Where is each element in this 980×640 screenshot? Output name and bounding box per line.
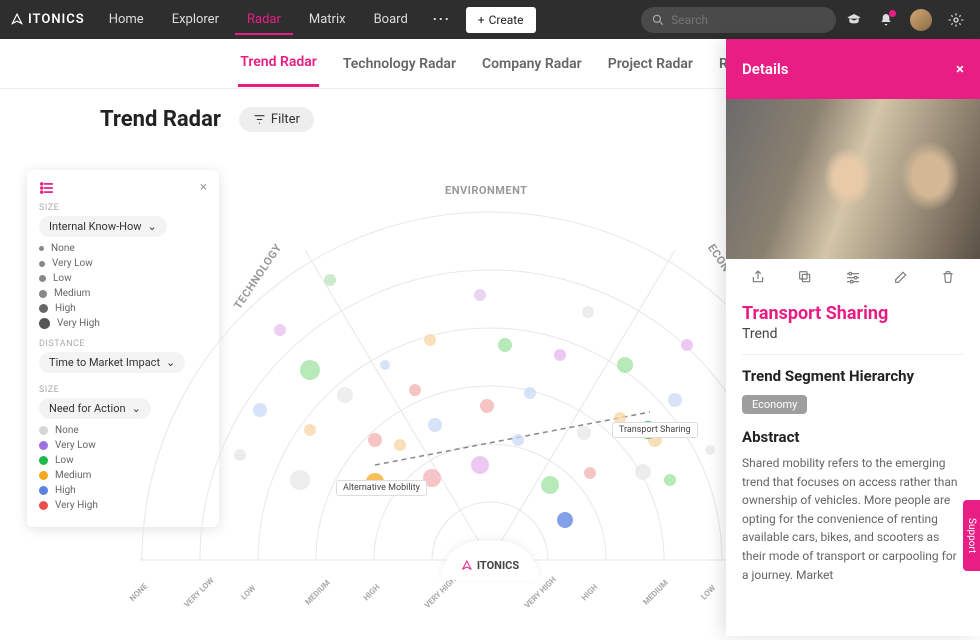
support-tab[interactable]: Support <box>963 500 980 571</box>
trash-icon[interactable] <box>940 269 956 289</box>
radar-dot[interactable] <box>584 467 596 479</box>
radar-dot[interactable] <box>617 357 633 373</box>
radar-dot[interactable] <box>274 324 286 336</box>
abstract-text: Shared mobility refers to the emerging t… <box>742 454 964 584</box>
details-subtitle: Trend <box>742 326 964 342</box>
tab-company-radar[interactable]: Company Radar <box>480 42 584 86</box>
radar-dot[interactable] <box>664 474 676 486</box>
radar-dot[interactable] <box>471 456 489 474</box>
radar-dot[interactable] <box>582 306 594 318</box>
filter-icon <box>253 113 266 126</box>
share-icon[interactable] <box>750 269 766 289</box>
radar-dot[interactable] <box>557 512 573 528</box>
radar-dot[interactable] <box>681 339 693 351</box>
nav-radar[interactable]: Radar <box>235 4 293 35</box>
nav-matrix[interactable]: Matrix <box>297 4 358 35</box>
avatar[interactable] <box>910 9 932 31</box>
radar-dot[interactable] <box>705 445 715 455</box>
sector-environment: ENVIRONMENT <box>445 184 527 197</box>
search-icon <box>651 12 665 28</box>
academy-icon[interactable] <box>846 12 862 28</box>
tab-technology-radar[interactable]: Technology Radar <box>341 42 458 86</box>
search-input[interactable] <box>671 13 826 27</box>
dot-label-transport-sharing[interactable]: Transport Sharing <box>612 422 698 438</box>
tab-trend-radar[interactable]: Trend Radar <box>238 40 319 87</box>
radar-dot[interactable] <box>409 384 421 396</box>
radar-dot[interactable] <box>554 349 566 361</box>
sliders-icon[interactable] <box>845 269 861 289</box>
radar-dot[interactable] <box>635 464 651 480</box>
abstract-label: Abstract <box>742 428 964 446</box>
radar-dot[interactable] <box>541 476 559 494</box>
details-title: Transport Sharing <box>742 303 964 324</box>
radar-dot[interactable] <box>253 403 267 417</box>
details-header: Details × <box>726 39 980 99</box>
radar-dot[interactable] <box>290 470 310 490</box>
radar-dot[interactable] <box>498 338 512 352</box>
radar-dot[interactable] <box>337 387 353 403</box>
copy-icon[interactable] <box>797 269 813 289</box>
topbar: ITONICS Home Explorer Radar Matrix Board… <box>0 0 980 39</box>
dot-label-alt-mobility[interactable]: Alternative Mobility <box>336 480 427 496</box>
radar-dot[interactable] <box>668 393 682 407</box>
settings-icon[interactable] <box>948 12 964 28</box>
radar-dot[interactable] <box>512 434 524 446</box>
close-icon[interactable]: × <box>956 60 964 78</box>
details-image <box>726 99 980 259</box>
plus-icon: + <box>478 13 485 27</box>
radar-dot[interactable] <box>577 426 591 440</box>
radar-dot[interactable] <box>380 360 390 370</box>
segment-badge[interactable]: Economy <box>742 395 807 414</box>
radar-dot[interactable] <box>424 334 436 346</box>
nav-board[interactable]: Board <box>362 4 420 35</box>
radar-dot[interactable] <box>368 433 382 447</box>
search-box[interactable] <box>641 7 836 33</box>
nav-more-icon[interactable]: ⋯ <box>424 9 458 30</box>
radar-dot[interactable] <box>304 424 316 436</box>
filter-button[interactable]: Filter <box>239 107 314 132</box>
tab-project-radar[interactable]: Project Radar <box>606 42 695 86</box>
create-button[interactable]: + Create <box>466 7 536 33</box>
radar-dot[interactable] <box>474 289 486 301</box>
edit-icon[interactable] <box>893 269 909 289</box>
radar-dot[interactable] <box>394 439 406 451</box>
page-title: Trend Radar <box>100 107 221 132</box>
radar-dot[interactable] <box>300 360 320 380</box>
radar-dot[interactable] <box>234 449 246 461</box>
radar-dot[interactable] <box>428 418 442 432</box>
hierarchy-label: Trend Segment Hierarchy <box>742 367 964 385</box>
nav-explorer[interactable]: Explorer <box>160 4 231 35</box>
nav-home[interactable]: Home <box>97 4 156 35</box>
list-icon <box>39 181 55 195</box>
details-panel: Details × Transport Sharing Trend Trend … <box>726 39 980 636</box>
radar-dot[interactable] <box>524 387 536 399</box>
brand-logo: ITONICS <box>10 12 85 27</box>
details-actions <box>726 259 980 299</box>
notifications-icon[interactable] <box>878 12 894 28</box>
radar-dot[interactable] <box>324 274 336 286</box>
radar-dot[interactable] <box>480 399 494 413</box>
